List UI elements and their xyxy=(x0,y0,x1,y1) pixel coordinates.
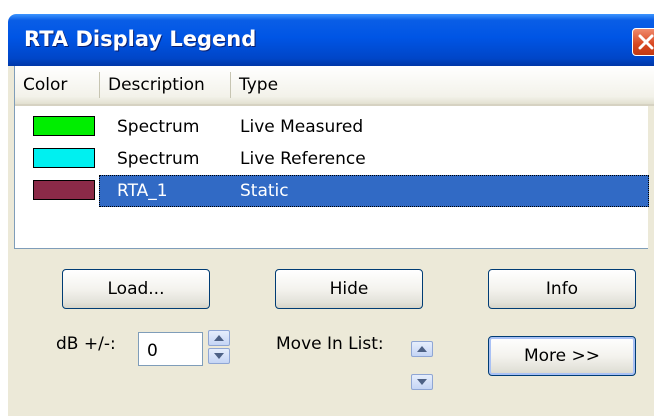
close-button[interactable] xyxy=(632,28,654,56)
info-button[interactable]: Info xyxy=(488,269,636,309)
move-down-button[interactable] xyxy=(411,374,433,390)
list-row[interactable]: Spectrum Live Measured xyxy=(15,111,654,143)
db-offset-input[interactable] xyxy=(138,332,203,366)
selection-highlight xyxy=(99,175,649,207)
arrow-down-icon xyxy=(214,353,224,359)
arrow-up-icon xyxy=(417,346,427,352)
load-button[interactable]: Load... xyxy=(62,269,210,309)
row-description: Spectrum xyxy=(117,149,200,169)
color-swatch xyxy=(33,180,95,200)
row-type: Live Measured xyxy=(240,117,364,137)
legend-list[interactable]: Color Description Type Spectrum Live Mea… xyxy=(14,66,654,249)
close-icon xyxy=(638,34,654,50)
db-label: dB +/-: xyxy=(56,334,116,354)
rta-display-legend-window: RTA Display Legend Color Description Typ… xyxy=(8,14,654,416)
arrow-down-icon xyxy=(417,379,427,385)
color-swatch xyxy=(33,148,95,168)
hide-button[interactable]: Hide xyxy=(275,269,423,309)
window-title: RTA Display Legend xyxy=(24,27,257,51)
column-header-description[interactable]: Description xyxy=(100,66,230,104)
list-row[interactable]: Spectrum Live Reference xyxy=(15,143,654,175)
list-header: Color Description Type xyxy=(15,66,654,106)
title-bar[interactable]: RTA Display Legend xyxy=(8,14,654,66)
color-swatch xyxy=(33,116,95,136)
row-description: RTA_1 xyxy=(117,181,168,201)
move-up-button[interactable] xyxy=(411,341,433,357)
more-button[interactable]: More >> xyxy=(488,336,636,376)
db-decrement-button[interactable] xyxy=(208,348,230,364)
list-row-selected[interactable]: RTA_1 Static xyxy=(15,175,654,207)
move-in-list-label: Move In List: xyxy=(276,334,384,354)
column-header-type[interactable]: Type xyxy=(231,66,651,104)
row-type: Live Reference xyxy=(240,149,366,169)
column-header-color[interactable]: Color xyxy=(15,66,99,104)
arrow-up-icon xyxy=(214,335,224,341)
row-description: Spectrum xyxy=(117,117,200,137)
row-type: Static xyxy=(240,181,289,201)
db-increment-button[interactable] xyxy=(208,330,230,346)
